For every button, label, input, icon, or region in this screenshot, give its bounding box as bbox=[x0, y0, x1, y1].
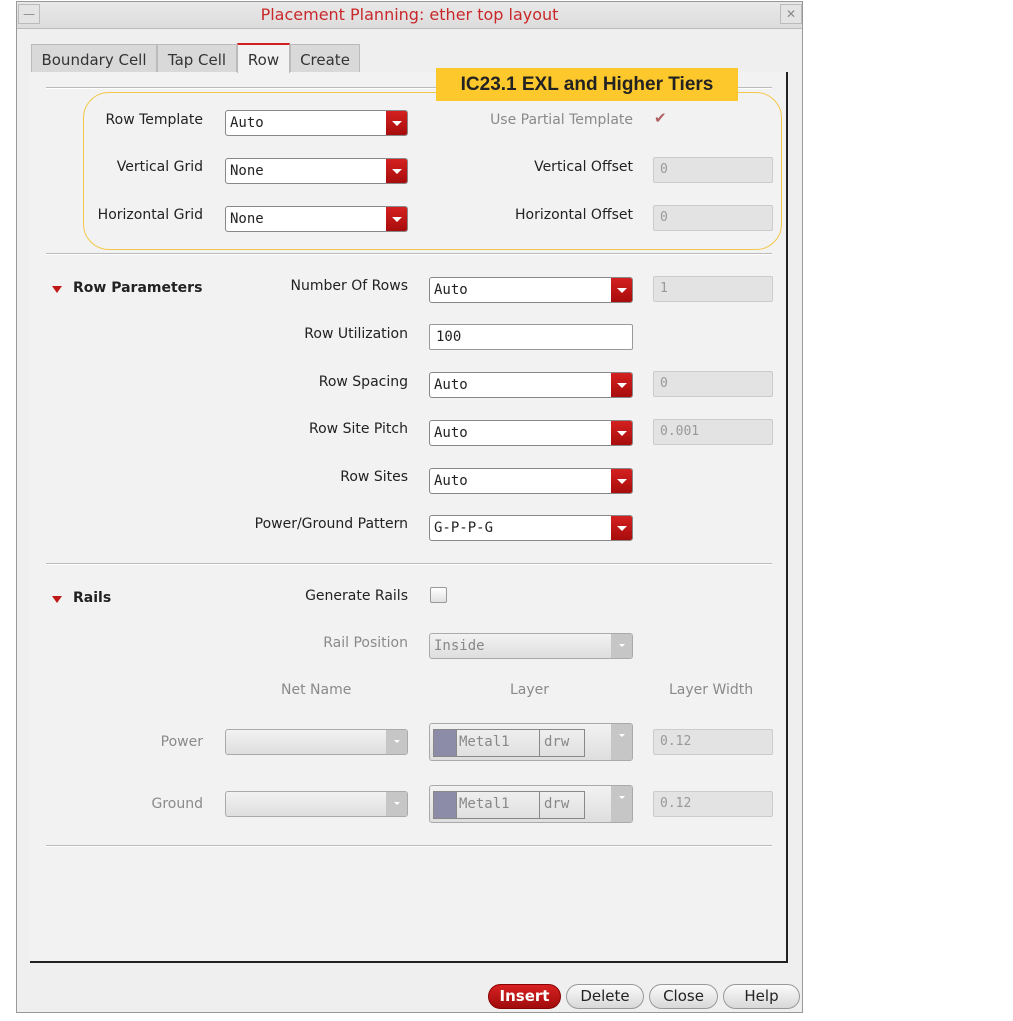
combo-value: Auto bbox=[434, 377, 468, 393]
row-template-combo[interactable]: Auto bbox=[225, 110, 408, 136]
chevron-down-icon bbox=[386, 207, 407, 231]
pg-pattern-label: Power/Ground Pattern bbox=[254, 516, 408, 532]
row-site-pitch-combo[interactable]: Auto bbox=[429, 420, 633, 446]
power-label: Power bbox=[160, 734, 203, 750]
chevron-down-icon bbox=[611, 786, 632, 822]
rail-position-label: Rail Position bbox=[323, 635, 408, 651]
row-utilization-input[interactable]: 100 bbox=[429, 324, 633, 350]
row-site-pitch-field[interactable]: 0.001 bbox=[653, 419, 773, 445]
collapse-triangle-icon[interactable] bbox=[52, 286, 62, 293]
layer-name: Metal1 bbox=[457, 792, 540, 818]
layer-name: Metal1 bbox=[457, 730, 540, 756]
ground-layer-combo[interactable]: Metal1 drw bbox=[429, 785, 633, 823]
power-layer-combo[interactable]: Metal1 drw bbox=[429, 723, 633, 761]
collapse-triangle-icon[interactable] bbox=[52, 596, 62, 603]
generate-rails-label: Generate Rails bbox=[305, 588, 408, 604]
horizontal-grid-combo[interactable]: None bbox=[225, 206, 408, 232]
combo-value: Inside bbox=[434, 638, 485, 654]
rails-heading[interactable]: Rails bbox=[73, 590, 111, 606]
ground-width-field[interactable]: 0.12 bbox=[653, 791, 773, 817]
chevron-down-icon bbox=[611, 373, 632, 397]
chevron-down-icon bbox=[386, 792, 407, 816]
combo-value: None bbox=[230, 163, 264, 179]
number-of-rows-field[interactable]: 1 bbox=[653, 276, 773, 302]
horizontal-offset-field[interactable]: 0 bbox=[653, 205, 773, 231]
number-of-rows-combo[interactable]: Auto bbox=[429, 277, 633, 303]
chevron-down-icon bbox=[386, 111, 407, 135]
chevron-down-icon bbox=[611, 278, 632, 302]
vertical-grid-combo[interactable]: None bbox=[225, 158, 408, 184]
layer-swatch-icon bbox=[434, 792, 457, 818]
chevron-down-icon bbox=[386, 159, 407, 183]
divider bbox=[46, 845, 772, 847]
pg-pattern-combo[interactable]: G-P-P-G bbox=[429, 515, 633, 541]
row-template-label: Row Template bbox=[105, 112, 203, 128]
use-partial-template-checkbox[interactable]: ✔ bbox=[654, 109, 667, 127]
horizontal-offset-label: Horizontal Offset bbox=[515, 207, 633, 223]
chevron-down-icon bbox=[611, 469, 632, 493]
tab-row[interactable]: Row bbox=[237, 43, 290, 73]
row-spacing-label: Row Spacing bbox=[318, 374, 408, 390]
vertical-offset-label: Vertical Offset bbox=[534, 159, 633, 175]
tier-badge: IC23.1 EXL and Higher Tiers bbox=[436, 68, 738, 101]
tab-tap-cell[interactable]: Tap Cell bbox=[157, 44, 237, 72]
divider bbox=[46, 253, 772, 255]
combo-value: G-P-P-G bbox=[434, 520, 494, 536]
vertical-offset-field[interactable]: 0 bbox=[653, 157, 773, 183]
power-width-field[interactable]: 0.12 bbox=[653, 729, 773, 755]
number-of-rows-label: Number Of Rows bbox=[290, 278, 409, 294]
tab-create[interactable]: Create bbox=[290, 44, 360, 72]
layer-purpose: drw bbox=[544, 734, 570, 750]
use-partial-template-label: Use Partial Template bbox=[490, 112, 633, 128]
combo-value: Auto bbox=[434, 425, 468, 441]
vertical-grid-label: Vertical Grid bbox=[116, 159, 203, 175]
chevron-down-icon bbox=[611, 634, 632, 658]
tab-boundary-cell[interactable]: Boundary Cell bbox=[31, 44, 157, 72]
rail-position-combo[interactable]: Inside bbox=[429, 633, 633, 659]
ground-net-combo[interactable] bbox=[225, 791, 408, 817]
layer-header: Layer bbox=[510, 682, 550, 698]
row-sites-combo[interactable]: Auto bbox=[429, 468, 633, 494]
row-parameters-heading[interactable]: Row Parameters bbox=[73, 280, 202, 296]
chevron-down-icon bbox=[611, 516, 632, 540]
close-window-icon[interactable]: ✕ bbox=[780, 4, 802, 24]
chevron-down-icon bbox=[611, 421, 632, 445]
combo-value: Auto bbox=[230, 115, 264, 131]
chevron-down-icon bbox=[611, 724, 632, 760]
row-utilization-label: Row Utilization bbox=[304, 326, 408, 342]
layer-cell: Metal1 drw bbox=[433, 729, 585, 757]
row-spacing-combo[interactable]: Auto bbox=[429, 372, 633, 398]
delete-button[interactable]: Delete bbox=[566, 984, 644, 1009]
horizontal-grid-label: Horizontal Grid bbox=[97, 207, 203, 223]
ground-label: Ground bbox=[151, 796, 204, 812]
window-title: Placement Planning: ether top layout bbox=[260, 5, 559, 24]
row-sites-label: Row Sites bbox=[340, 469, 408, 485]
generate-rails-checkbox[interactable] bbox=[430, 587, 447, 603]
net-name-header: Net Name bbox=[281, 682, 352, 698]
close-button[interactable]: Close bbox=[649, 984, 718, 1009]
row-site-pitch-label: Row Site Pitch bbox=[309, 421, 408, 437]
insert-button[interactable]: Insert bbox=[488, 984, 561, 1009]
layer-swatch-icon bbox=[434, 730, 457, 756]
layer-purpose: drw bbox=[544, 796, 570, 812]
row-spacing-field[interactable]: 0 bbox=[653, 371, 773, 397]
combo-value: Auto bbox=[434, 473, 468, 489]
help-button[interactable]: Help bbox=[723, 984, 800, 1009]
combo-value: None bbox=[230, 211, 264, 227]
layer-cell: Metal1 drw bbox=[433, 791, 585, 819]
divider bbox=[46, 563, 772, 565]
combo-value: Auto bbox=[434, 282, 468, 298]
power-net-combo[interactable] bbox=[225, 729, 408, 755]
chevron-down-icon bbox=[386, 730, 407, 754]
layer-width-header: Layer Width bbox=[669, 682, 754, 698]
